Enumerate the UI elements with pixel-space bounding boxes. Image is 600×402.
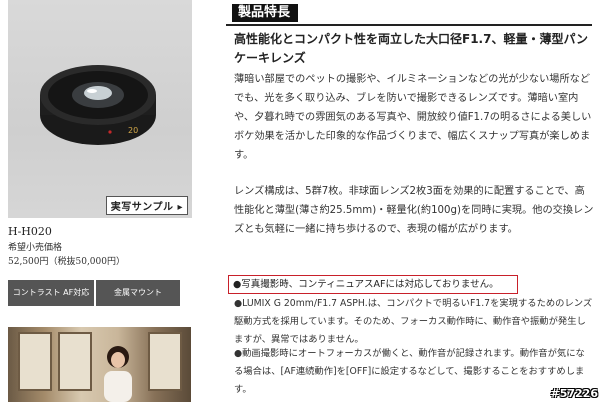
sample-lifestyle-photo [8, 327, 191, 402]
note-paragraph-1: ●LUMIX G 20mm/F1.7 ASPH.は、コンパクトで明るいF1.7を… [234, 298, 593, 345]
af-notice: ●写真撮影時、コンティニュアスAFには対応しておりません。 [228, 275, 518, 294]
svg-text:20: 20 [128, 126, 138, 135]
section-header: 製品特長 [226, 2, 592, 26]
description-paragraph-1: 薄暗い部屋でのペットの撮影や、イルミネーションなどの光が少ない場所などでも、光を… [234, 74, 592, 161]
price-label: 希望小売価格 [8, 243, 63, 253]
headline: 高性能化とコンパクト性を両立した大口径F1.7、軽量・薄型パンケーキレンズ [234, 32, 589, 65]
product-model: H-H020 [8, 225, 52, 238]
sample-photo-button[interactable]: 実写サンプル ▸ [105, 196, 188, 215]
feature-badge-contrast-af: コントラスト AF対応 [8, 280, 94, 306]
description-paragraph-2: レンズ構成は、5群7枚。非球面レンズ2枚3面を効果的に配置することで、高性能化と… [234, 186, 594, 235]
feature-badge-metal-mount: 金属マウント [96, 280, 180, 306]
watermark: #57226 [550, 387, 599, 400]
note-paragraph-2: ●動画撮影時にオートフォーカスが働くと、動作音が記録されます。動作音が気になる場… [234, 348, 585, 395]
section-title: 製品特長 [232, 4, 299, 22]
product-image-box: 20 実写サンプル ▸ [8, 0, 192, 218]
price-value: 52,500円（税抜50,000円） [8, 257, 125, 267]
lens-image: 20 [40, 65, 156, 145]
